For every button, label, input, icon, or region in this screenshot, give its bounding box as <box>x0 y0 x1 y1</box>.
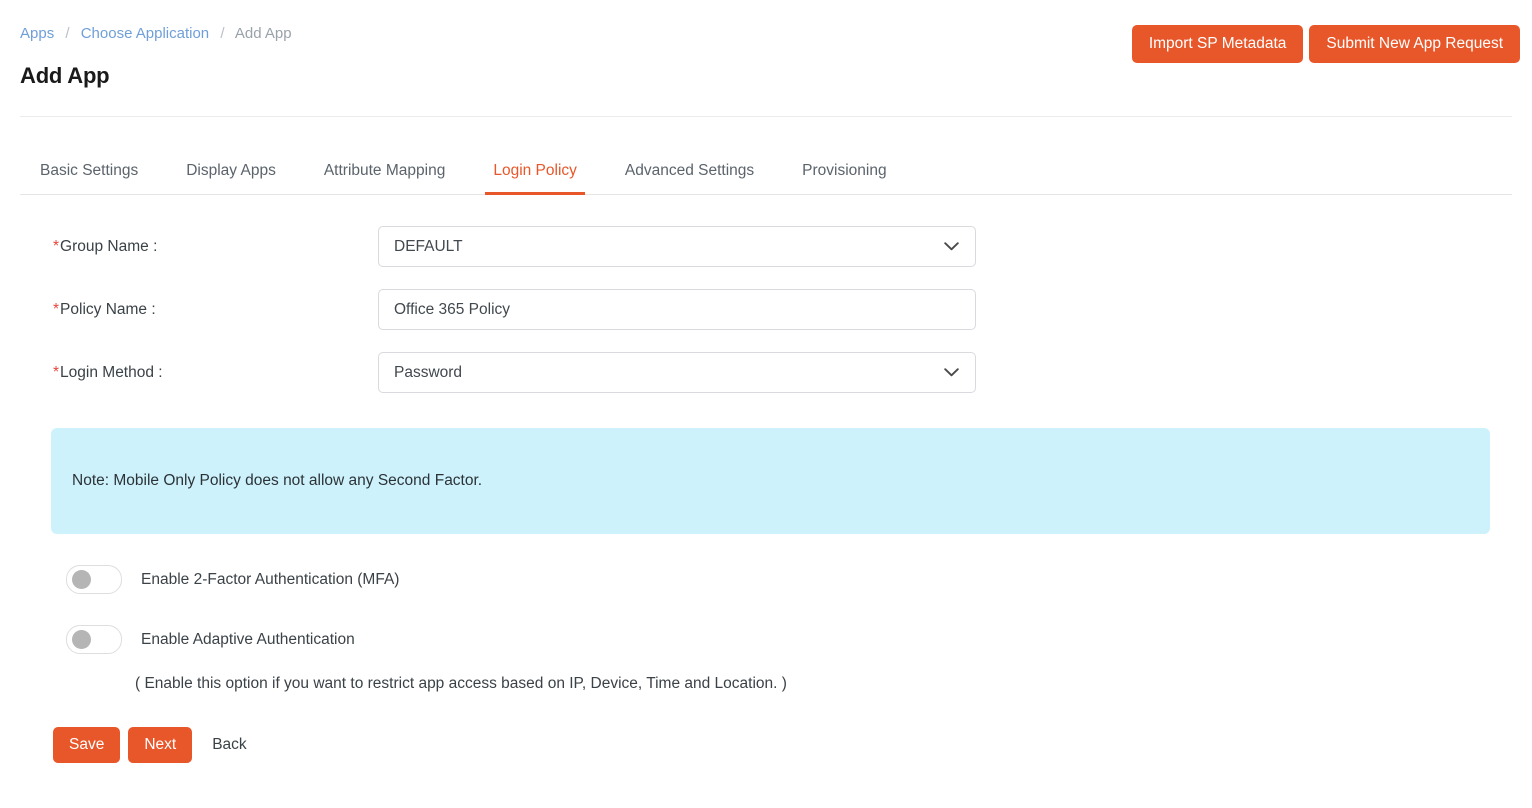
header-actions: Import SP Metadata Submit New App Reques… <box>1132 25 1520 63</box>
import-sp-metadata-button[interactable]: Import SP Metadata <box>1132 25 1304 63</box>
tab-bar: Basic Settings Display Apps Attribute Ma… <box>20 117 1512 195</box>
form-row-group-name: *Group Name : DEFAULT <box>20 215 1512 278</box>
form-row-policy-name: *Policy Name : <box>20 278 1512 341</box>
breadcrumb-separator: / <box>220 25 224 42</box>
login-policy-form: *Group Name : DEFAULT *Policy Name : *Lo… <box>0 215 1532 763</box>
breadcrumb-item-add-app: Add App <box>235 25 292 42</box>
group-name-label-text: Group Name : <box>60 238 157 255</box>
group-name-label: *Group Name : <box>20 238 378 256</box>
breadcrumb-item-choose-application[interactable]: Choose Application <box>81 25 209 42</box>
form-row-login-method: *Login Method : Password <box>20 341 1512 404</box>
breadcrumb-separator: / <box>65 25 69 42</box>
tab-advanced-settings[interactable]: Advanced Settings <box>601 162 778 194</box>
toggle-knob <box>72 630 91 649</box>
login-method-field: Password <box>378 352 976 393</box>
form-actions: Save Next Back <box>53 727 1512 763</box>
page-header: Apps / Choose Application / Add App Add … <box>0 0 1532 89</box>
tab-basic-settings[interactable]: Basic Settings <box>20 162 162 194</box>
group-name-field: DEFAULT <box>378 226 976 267</box>
enable-adaptive-auth-toggle[interactable] <box>66 625 122 654</box>
login-method-label-text: Login Method : <box>60 364 163 381</box>
adaptive-toggle-row: Enable Adaptive Authentication <box>66 625 1512 654</box>
policy-name-input[interactable] <box>378 289 976 330</box>
enable-mfa-label: Enable 2-Factor Authentication (MFA) <box>141 571 399 589</box>
next-button[interactable]: Next <box>128 727 192 763</box>
back-button[interactable]: Back <box>200 727 258 763</box>
policy-name-label-text: Policy Name : <box>60 301 156 318</box>
enable-mfa-toggle[interactable] <box>66 565 122 594</box>
enable-adaptive-auth-label: Enable Adaptive Authentication <box>141 631 355 649</box>
policy-name-field <box>378 289 976 330</box>
login-method-label: *Login Method : <box>20 364 378 382</box>
adaptive-auth-hint: ( Enable this option if you want to rest… <box>135 675 1512 693</box>
login-method-select[interactable]: Password <box>378 352 976 393</box>
page-title: Add App <box>20 63 1512 89</box>
tab-attribute-mapping[interactable]: Attribute Mapping <box>300 162 470 194</box>
note-text: Note: Mobile Only Policy does not allow … <box>72 472 482 490</box>
tab-display-apps[interactable]: Display Apps <box>162 162 300 194</box>
toggle-knob <box>72 570 91 589</box>
submit-new-app-request-button[interactable]: Submit New App Request <box>1309 25 1520 63</box>
required-marker: * <box>53 301 59 318</box>
policy-name-label: *Policy Name : <box>20 301 378 319</box>
tab-provisioning[interactable]: Provisioning <box>778 162 910 194</box>
required-marker: * <box>53 238 59 255</box>
note-banner: Note: Mobile Only Policy does not allow … <box>51 428 1490 534</box>
save-button[interactable]: Save <box>53 727 120 763</box>
required-marker: * <box>53 364 59 381</box>
mfa-toggle-row: Enable 2-Factor Authentication (MFA) <box>66 565 1512 594</box>
tab-login-policy[interactable]: Login Policy <box>469 162 601 194</box>
group-name-select[interactable]: DEFAULT <box>378 226 976 267</box>
breadcrumb-item-apps[interactable]: Apps <box>20 25 54 42</box>
